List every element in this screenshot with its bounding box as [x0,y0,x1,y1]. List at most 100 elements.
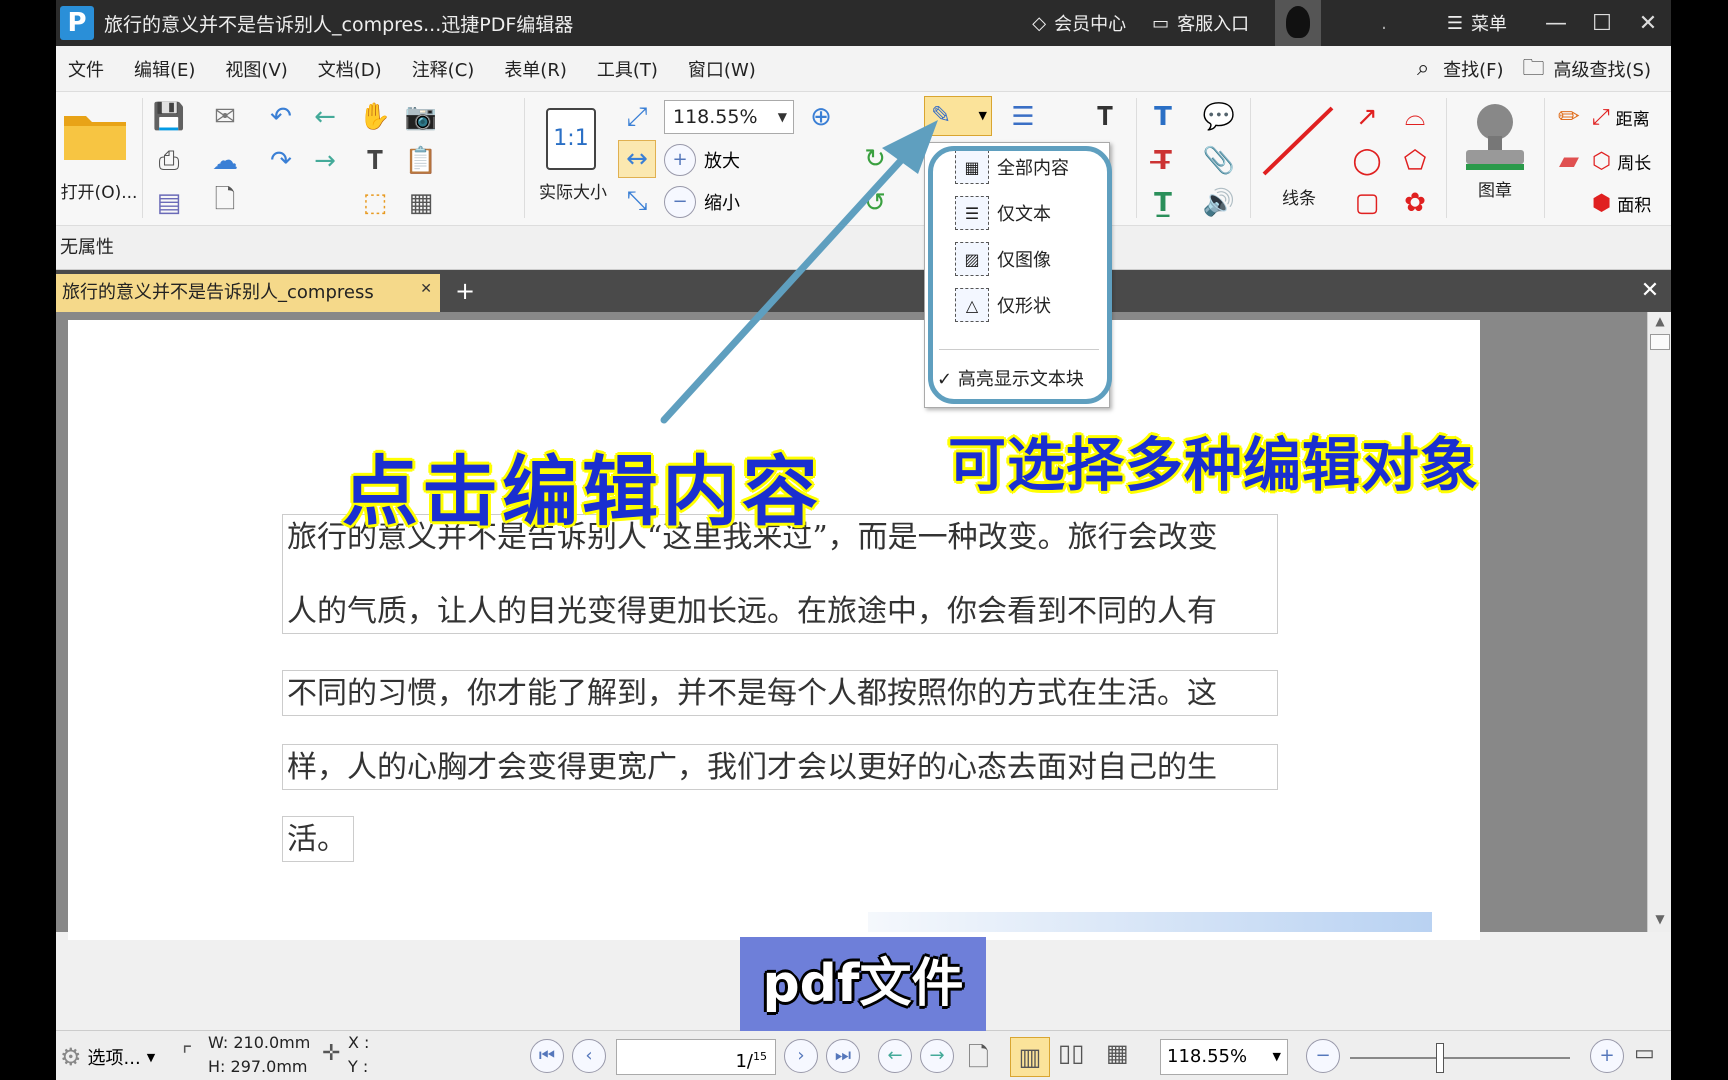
eraser-icon[interactable]: ▰ [1550,142,1588,180]
text-block[interactable]: 样，人的心胸才会变得更宽广，我们才会以更好的心态去面对自己的生 [282,744,1278,790]
stamp-button[interactable]: 图章 [1452,96,1538,216]
menu-form[interactable]: 表单(R) [504,56,567,82]
select-text-icon[interactable]: 𝐓 [356,142,394,180]
text-block[interactable]: 活。 [282,816,354,862]
actual-size-button[interactable]: 1:1 实际大小 [530,100,616,210]
app-logo-icon: P [60,6,94,40]
distance-button[interactable]: ⤢ 距离 [1592,98,1671,136]
underline-icon[interactable]: T̲ [1144,184,1182,222]
polygon-icon[interactable]: ⬠ [1396,142,1434,180]
sound-icon[interactable]: 🔊 [1200,184,1238,222]
menu-button[interactable]: ☰ 菜单 [1447,10,1507,36]
forward-icon[interactable]: → [306,142,344,180]
text-box-icon[interactable]: 𝐓 [1086,98,1124,136]
export-icon[interactable]: ▤ [150,184,188,222]
page-size-icon: ⌜ [182,1043,193,1068]
menu-document[interactable]: 文档(D) [318,56,382,82]
chevron-down-icon: ▼ [978,109,987,122]
gear-icon: ⚙ [60,1043,82,1071]
camera-icon[interactable]: 📷 [402,98,440,136]
continuous-page-icon[interactable]: ▥ [1010,1037,1050,1077]
clipboard-icon[interactable]: 📋 [402,142,440,180]
page-number-input[interactable]: 1/15 [616,1039,776,1075]
text-block[interactable]: 不同的习惯，你才能了解到，并不是每个人都按照你的方式在生活。这 [282,670,1278,716]
cursor-y: Y : [348,1057,369,1076]
perimeter-button[interactable]: ⬡ 周长 [1592,142,1671,180]
cursor-x: X : [348,1033,370,1052]
zoom-slider-thumb[interactable] [1436,1043,1444,1073]
document-tab[interactable]: 旅行的意义并不是告诉别人_compress ✕ [56,274,440,312]
polyline-icon[interactable]: ⌓ [1396,98,1434,136]
close-button[interactable]: ✕ [1625,11,1671,36]
menu-file[interactable]: 文件 [68,56,104,82]
rectangle-icon[interactable]: ▢ [1348,184,1386,222]
close-all-tabs-button[interactable]: ✕ [1637,278,1663,304]
page-height: H: 297.0mm [208,1057,308,1076]
attachment-icon[interactable]: 📎 [1200,142,1238,180]
menu-comment[interactable]: 注释(C) [412,56,475,82]
snapshot-icon[interactable]: ⬚ [356,184,394,222]
menu-edit[interactable]: 编辑(E) [134,56,195,82]
user-avatar[interactable] [1275,0,1322,46]
hand-tool-icon[interactable]: ✋ [356,98,394,136]
decorative-bar [868,912,1432,932]
annotation-arrow [660,120,938,424]
fullscreen-icon[interactable]: ▭ [1634,1041,1655,1066]
close-tab-icon[interactable]: ✕ [420,270,432,308]
single-page-icon[interactable]: 🗋 [968,1039,989,1080]
video-subtitle: pdf文件 [740,937,986,1031]
customer-service-link[interactable]: ▭ 客服入口 [1152,10,1249,36]
first-page-icon[interactable]: ⏮ [530,1039,564,1073]
last-page-icon[interactable]: ⏭ [826,1039,860,1073]
arrow-icon[interactable]: ↗ [1348,98,1386,136]
cloud-shape-icon[interactable]: ✿ [1396,184,1434,222]
next-view-icon[interactable]: → [920,1039,954,1073]
area-button[interactable]: ⬢ 面积 [1592,184,1671,222]
options-button[interactable]: ⚙ 选项... ▼ [60,1039,170,1075]
pencil-icon[interactable]: ✏ [1550,98,1588,136]
chevron-down-icon: ▼ [1272,1050,1281,1063]
scroll-up-icon[interactable]: ▲ [1650,314,1670,332]
back-icon[interactable]: ← [306,98,344,136]
new-doc-icon[interactable]: 🗋 [206,184,244,222]
undo-icon[interactable]: ↶ [262,98,300,136]
edit-object-icon[interactable]: ☰ [1004,98,1042,136]
email-icon[interactable]: ✉ [206,98,244,136]
minimize-button[interactable]: — [1533,11,1579,36]
save-icon[interactable]: 💾 [150,98,188,136]
menu-view[interactable]: 视图(V) [225,56,287,82]
menu-tools[interactable]: 工具(T) [597,56,658,82]
vertical-scrollbar[interactable]: ▲ ▼ [1647,312,1671,932]
scan-icon[interactable]: ▦ [402,184,440,222]
advanced-find-button[interactable]: 🗀 高级查找(S) [1518,53,1652,85]
zoom-slider-track[interactable] [1350,1057,1570,1059]
member-center-link[interactable]: ◇ 会员中心 [1032,10,1126,36]
scroll-down-icon[interactable]: ▼ [1650,912,1670,930]
ellipse-icon[interactable]: ◯ [1348,142,1386,180]
two-page-continuous-icon[interactable]: ▦ [1106,1039,1129,1067]
typewriter-icon[interactable]: T [1144,98,1182,136]
print-icon[interactable]: ⎙ [150,142,188,180]
app-window: P 旅行的意义并不是告诉别人_compres...迅捷PDF编辑器 ◇ 会员中心… [56,0,1671,1080]
prev-page-icon[interactable]: ‹ [572,1039,606,1073]
add-tab-button[interactable]: + [452,278,478,304]
text-line: 活。 [287,822,347,857]
zoom-in-status-icon[interactable]: + [1590,1039,1624,1073]
note-icon[interactable]: 💬 [1200,98,1238,136]
cloud-icon[interactable]: ☁ [206,142,244,180]
two-page-icon[interactable]: ▯▯ [1058,1039,1084,1067]
zoom-out-status-icon[interactable]: − [1306,1039,1340,1073]
maximize-button[interactable]: ☐ [1579,11,1625,36]
line-tool-button[interactable]: 线条 [1256,98,1342,216]
redo-icon[interactable]: ↷ [262,142,300,180]
prev-view-icon[interactable]: ← [878,1039,912,1073]
menu-window[interactable]: 窗口(W) [688,56,756,82]
separator-dot: . [1381,12,1387,34]
scroll-thumb[interactable] [1650,334,1670,350]
find-button[interactable]: ⌕ 查找(F) [1407,53,1504,85]
status-bar: ⚙ 选项... ▼ ⌜ W: 210.0mm H: 297.0mm ✛ X : … [56,1030,1671,1080]
next-page-icon[interactable]: › [784,1039,818,1073]
open-button[interactable]: 打开(O)... [58,98,137,218]
strikeout-icon[interactable]: T̶ [1144,142,1182,180]
status-zoom-combobox[interactable]: 118.55% ▼ [1160,1039,1288,1075]
